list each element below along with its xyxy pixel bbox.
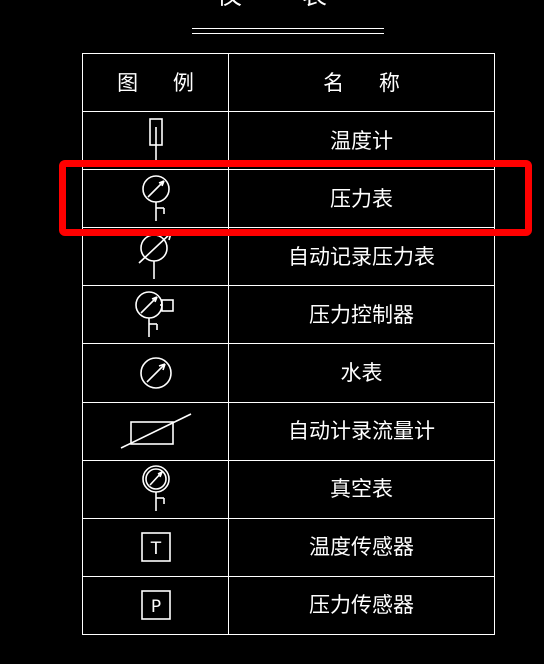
- symbol-cell: [82, 111, 229, 171]
- symbol-cell: [82, 169, 229, 229]
- row-name-label: 温度计: [330, 128, 393, 153]
- row-name-label: 压力控制器: [309, 302, 414, 327]
- name-cell: 温度传感器: [228, 517, 495, 577]
- row-name-label: 水表: [340, 361, 383, 386]
- table-row[interactable]: P 压力传感器: [82, 575, 495, 636]
- symbol-cell: T: [82, 517, 229, 577]
- table-row[interactable]: 自动计录流量计: [82, 401, 495, 461]
- recording-pressure-gauge-symbol: [83, 231, 228, 283]
- column-header-name-label: 名 称: [323, 70, 414, 95]
- name-cell: 压力控制器: [228, 285, 495, 345]
- row-name-label: 压力传感器: [309, 593, 414, 618]
- row-name-label: 真空表: [330, 477, 393, 502]
- name-cell: 水表: [228, 343, 495, 403]
- title-underline-upper: [192, 28, 384, 29]
- table-row[interactable]: 水表: [82, 343, 495, 403]
- row-name-label: 压力表: [330, 186, 393, 211]
- table-row[interactable]: T 温度传感器: [82, 517, 495, 577]
- page-title: 仪 表: [0, 0, 544, 10]
- table-header-row: 图 例 名 称: [82, 52, 495, 113]
- symbol-cell: [82, 285, 229, 345]
- table-row[interactable]: 真空表: [82, 459, 495, 519]
- name-cell: 自动计录流量计: [228, 401, 495, 461]
- document-title-block: 仪 表: [0, 0, 544, 42]
- pressure-sensor-symbol: P: [83, 579, 228, 631]
- header-cell-symbol: 图 例: [82, 52, 229, 113]
- row-name-label: 自动计录流量计: [288, 419, 435, 444]
- pressure-controller-symbol: [83, 289, 228, 341]
- symbol-cell: [82, 227, 229, 287]
- name-cell: 真空表: [228, 459, 495, 519]
- row-name-label: 温度传感器: [309, 535, 414, 560]
- thermometer-symbol: [83, 115, 228, 167]
- table-row[interactable]: 压力控制器: [82, 285, 495, 345]
- column-header-symbol-label: 图 例: [117, 70, 208, 95]
- name-cell: 自动记录压力表: [228, 227, 495, 287]
- name-cell: 压力传感器: [228, 575, 495, 636]
- water-meter-symbol: [83, 347, 228, 399]
- recording-flow-meter-symbol: [83, 405, 228, 457]
- temperature-sensor-letter: T: [149, 539, 161, 559]
- symbol-cell: [82, 343, 229, 403]
- name-cell: 压力表: [228, 169, 495, 229]
- row-name-label: 自动记录压力表: [288, 244, 435, 269]
- symbol-cell: [82, 401, 229, 461]
- header-cell-name: 名 称: [228, 52, 495, 113]
- title-underline-lower: [192, 33, 384, 34]
- legend-table: 图 例 名 称 温度计 压力表 自动记录压力表 压力控制器 水表 自动计录流量计…: [82, 52, 495, 636]
- table-row[interactable]: 自动记录压力表: [82, 227, 495, 287]
- pressure-gauge-symbol: [83, 173, 228, 225]
- symbol-cell: P: [82, 575, 229, 636]
- table-row[interactable]: 温度计: [82, 111, 495, 171]
- pressure-sensor-letter: P: [150, 597, 160, 617]
- symbol-cell: [82, 459, 229, 519]
- table-row[interactable]: 压力表: [82, 169, 495, 229]
- name-cell: 温度计: [228, 111, 495, 171]
- vacuum-gauge-symbol: [83, 463, 228, 515]
- temperature-sensor-symbol: T: [83, 521, 228, 573]
